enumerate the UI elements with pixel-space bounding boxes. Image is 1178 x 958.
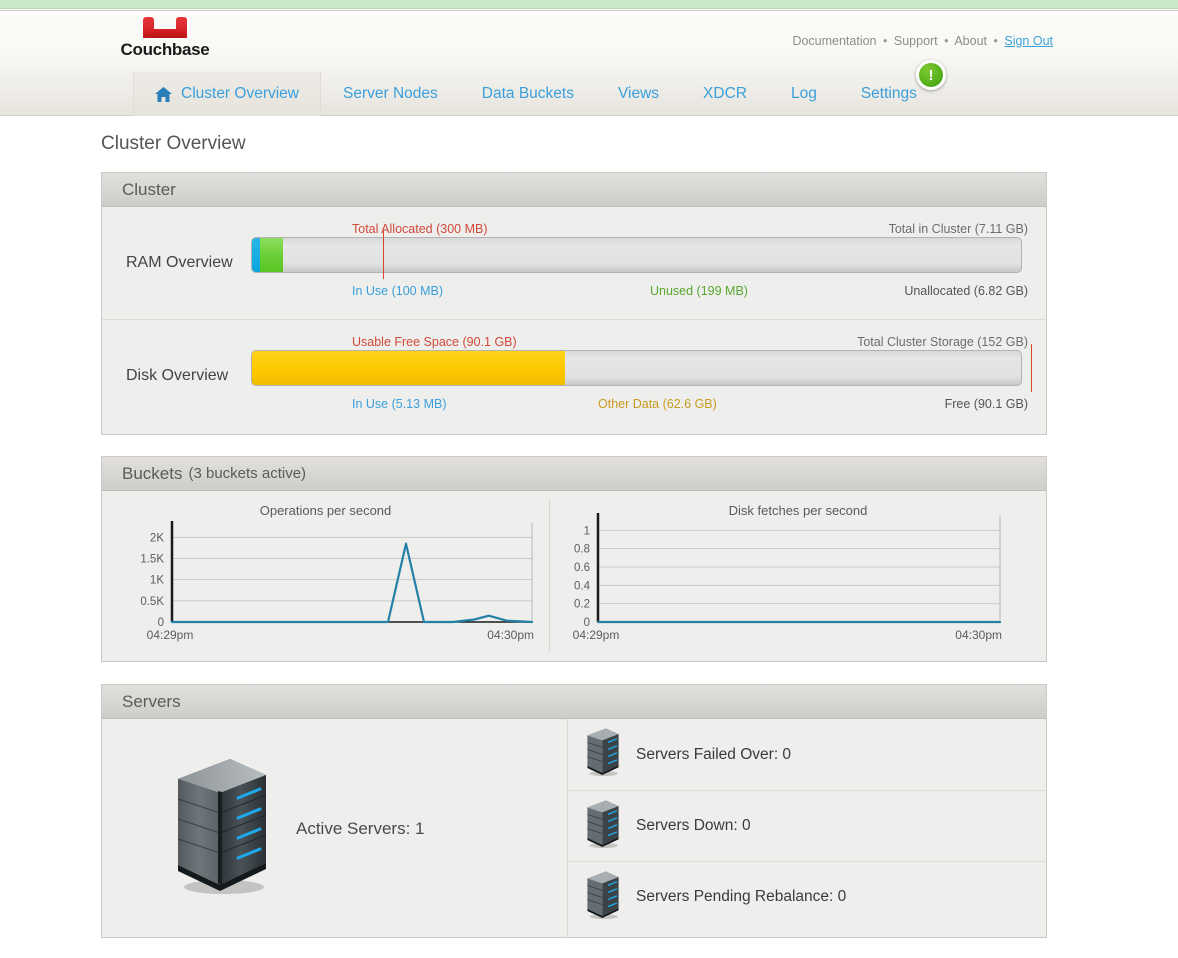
- link-documentation[interactable]: Documentation: [792, 34, 876, 48]
- disk-free-marker: [1031, 344, 1032, 392]
- browser-top-strip: [0, 0, 1178, 9]
- svg-text:0.6: 0.6: [574, 562, 590, 574]
- ram-overview-label: RAM Overview: [126, 254, 233, 271]
- disk-usage-bar: [251, 350, 1022, 386]
- svg-text:0.2: 0.2: [574, 599, 590, 611]
- chart-ops-canvas: 2K1.5K1K0.5K004:29pm 04:30pm: [140, 521, 534, 642]
- tab-server-nodes[interactable]: Server Nodes: [321, 72, 460, 116]
- tab-label: Server Nodes: [343, 85, 438, 102]
- server-rack-icon: [174, 757, 270, 900]
- tab-cluster-overview[interactable]: Cluster Overview: [133, 72, 321, 124]
- settings-alert-badge[interactable]: !: [916, 60, 946, 90]
- ram-total-in-cluster-label: Total in Cluster (7.11 GB): [888, 222, 1028, 236]
- disk-other-data-label: Other Data (62.6 GB): [598, 397, 717, 411]
- servers-panel-header: Servers: [102, 685, 1046, 719]
- ram-unallocated-label: Unallocated (6.82 GB): [904, 284, 1028, 298]
- tab-label: Data Buckets: [481, 85, 574, 102]
- server-stat-label: Servers Down: 0: [636, 817, 751, 834]
- servers-body: Active Servers: 1 Servers Failed Over: 0…: [102, 719, 1046, 938]
- cluster-panel-title: Cluster: [122, 179, 176, 199]
- tab-views[interactable]: Views: [596, 72, 681, 116]
- svg-text:1: 1: [584, 525, 590, 537]
- chart-disk-canvas: 10.80.60.40.2004:29pm 04:30pm: [573, 513, 1002, 642]
- ram-overview-row: RAM Overview Total Allocated (300 MB) To…: [102, 207, 1046, 319]
- server-stat-pending-rebalance: Servers Pending Rebalance: 0: [568, 861, 1046, 932]
- ram-total-allocated-label: Total Allocated (300 MB): [352, 222, 488, 236]
- server-stat-label: Servers Pending Rebalance: 0: [636, 888, 847, 905]
- buckets-panel-subtitle: (3 buckets active): [188, 465, 307, 482]
- disk-other-data-segment: [252, 351, 565, 385]
- tab-xdcr[interactable]: XDCR: [681, 72, 769, 116]
- active-servers-label: Active Servers: 1: [296, 818, 425, 838]
- svg-text:0.5K: 0.5K: [140, 596, 164, 608]
- active-servers-block: Active Servers: 1: [102, 719, 568, 938]
- tab-log[interactable]: Log: [769, 72, 839, 116]
- tab-label: Cluster Overview: [181, 85, 299, 102]
- disk-total-storage-label: Total Cluster Storage (152 GB): [857, 335, 1028, 349]
- link-sign-out[interactable]: Sign Out: [1004, 34, 1053, 48]
- tab-label: XDCR: [703, 85, 747, 102]
- svg-text:1.5K: 1.5K: [140, 554, 164, 566]
- svg-text:0.4: 0.4: [574, 580, 591, 592]
- link-about[interactable]: About: [954, 34, 987, 48]
- svg-text:04:29pm: 04:29pm: [573, 628, 620, 642]
- svg-text:04:30pm: 04:30pm: [487, 628, 534, 642]
- disk-usable-free-label: Usable Free Space (90.1 GB): [352, 335, 517, 349]
- link-separator: •: [993, 34, 998, 48]
- servers-panel: Servers Active Servers: 1 Servers Failed…: [101, 684, 1047, 938]
- couchbase-logo-text: Couchbase: [120, 40, 210, 59]
- tab-label: Settings: [860, 85, 917, 102]
- server-rack-icon: [586, 726, 620, 783]
- svg-text:1K: 1K: [150, 575, 164, 587]
- buckets-panel-title: Buckets: [122, 463, 183, 483]
- ram-unused-segment: [260, 238, 283, 272]
- couchbase-logo-mark: [143, 17, 187, 38]
- ram-allocated-marker: [383, 231, 384, 279]
- server-rack-icon: [586, 798, 620, 855]
- svg-text:0.8: 0.8: [574, 544, 590, 556]
- disk-overview-row: Disk Overview Usable Free Space (90.1 GB…: [102, 319, 1046, 431]
- server-rack-icon: [586, 869, 620, 926]
- link-separator: •: [883, 34, 888, 48]
- chart-disk-fetches-per-second[interactable]: Disk fetches per second 1 0.8 0.6 0.4 0.2 0 04…: [550, 491, 1046, 662]
- link-support[interactable]: Support: [894, 34, 938, 48]
- svg-text:04:30pm: 04:30pm: [955, 628, 1002, 642]
- main-navigation: Cluster Overview Server Nodes Data Bucke…: [0, 72, 1178, 124]
- ram-unused-label: Unused (199 MB): [650, 284, 748, 298]
- server-stats-list: Servers Failed Over: 0 Servers Down: 0 S…: [568, 719, 1046, 938]
- tab-label: Log: [790, 85, 817, 102]
- page-title: Cluster Overview: [101, 133, 246, 154]
- nav-tab-list: Cluster Overview Server Nodes Data Bucke…: [133, 72, 939, 124]
- tab-data-buckets[interactable]: Data Buckets: [460, 72, 596, 116]
- buckets-panel-header: Buckets (3 buckets active): [102, 457, 1046, 491]
- servers-panel-title: Servers: [122, 691, 181, 711]
- buckets-panel: Buckets (3 buckets active) Operations pe…: [101, 456, 1047, 662]
- couchbase-logo[interactable]: Couchbase: [100, 17, 230, 60]
- disk-free-label: Free (90.1 GB): [944, 397, 1028, 411]
- chart-operations-per-second[interactable]: Operations per second 2K 1.5K 1K 0.5K 0 04:29…: [102, 491, 549, 662]
- cluster-panel: Cluster RAM Overview Total Allocated (30…: [101, 172, 1047, 435]
- server-stat-label: Servers Failed Over: 0: [636, 745, 792, 763]
- ram-in-use-label: In Use (100 MB): [352, 284, 444, 298]
- svg-text:04:29pm: 04:29pm: [147, 628, 194, 642]
- utility-links: Documentation • Support • About • Sign O…: [792, 34, 1053, 48]
- disk-overview-label: Disk Overview: [126, 366, 229, 384]
- ram-usage-bar: [251, 237, 1022, 273]
- svg-text:2K: 2K: [150, 532, 164, 544]
- ram-in-use-segment: [252, 238, 260, 272]
- tab-label: Views: [617, 85, 660, 102]
- alert-exclamation-icon: !: [919, 63, 943, 87]
- cluster-panel-header: Cluster: [102, 173, 1046, 207]
- app-header: Couchbase Documentation • Support • Abou…: [0, 10, 1178, 72]
- disk-in-use-label: In Use (5.13 MB): [352, 397, 447, 411]
- server-stat-down: Servers Down: 0: [568, 790, 1046, 861]
- link-separator: •: [944, 34, 949, 48]
- server-stat-failed-over: Servers Failed Over: 0: [568, 719, 1046, 790]
- buckets-charts-area: Operations per second 2K 1.5K 1K 0.5K 0 04:29…: [102, 491, 1046, 662]
- home-icon: [155, 86, 172, 102]
